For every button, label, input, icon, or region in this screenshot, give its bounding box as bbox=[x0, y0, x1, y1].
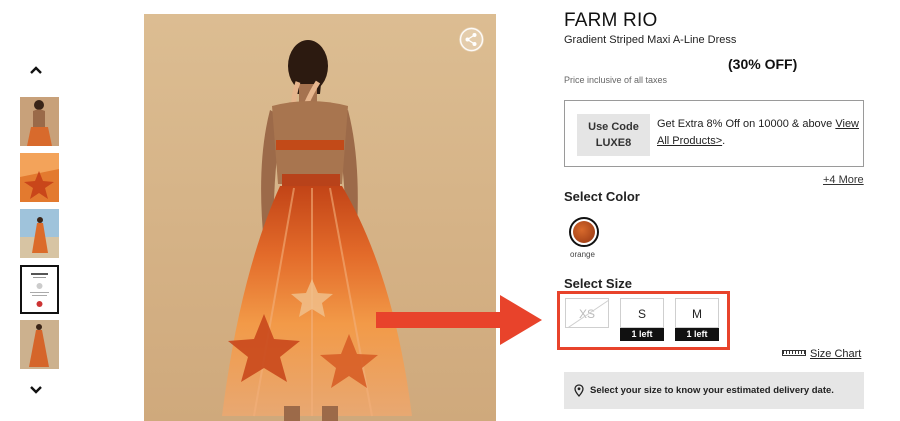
size-option-label: M bbox=[692, 307, 702, 321]
coupon-offer-text: Get Extra 8% Off on 10000 & above View A… bbox=[657, 116, 863, 150]
color-swatch-orange[interactable] bbox=[569, 217, 599, 247]
discount-label: (30% OFF) bbox=[728, 56, 798, 72]
dress-back-view-image bbox=[144, 14, 496, 421]
product-name: Gradient Striped Maxi A-Line Dress bbox=[564, 34, 737, 46]
delivery-info-bar: Select your size to know your estimated … bbox=[564, 372, 864, 409]
size-chart-label: Size Chart bbox=[810, 348, 862, 360]
color-option-label: orange bbox=[570, 250, 595, 259]
size-chart-link[interactable]: Size Chart bbox=[782, 348, 861, 360]
thumbnail-beach-front-view-image bbox=[20, 209, 59, 258]
thumbnail-certificate-card[interactable] bbox=[20, 265, 59, 314]
coupon-link-suffix: . bbox=[722, 135, 726, 147]
brand-name: FARM RIO bbox=[564, 10, 658, 31]
thumbnail-scroll-up-button[interactable] bbox=[26, 60, 46, 80]
delivery-message: Select your size to know your estimated … bbox=[590, 385, 834, 396]
stock-badge-m: 1 left bbox=[675, 328, 719, 341]
more-offers-link[interactable]: +4 More bbox=[823, 174, 864, 186]
chevron-down-icon bbox=[30, 386, 42, 394]
coupon-offer-box: Use Code LUXE8 Get Extra 8% Off on 10000… bbox=[564, 100, 864, 167]
thumbnail-full-front-view[interactable] bbox=[20, 320, 59, 369]
tax-note: Price inclusive of all taxes bbox=[564, 75, 668, 85]
size-option-m[interactable]: M bbox=[675, 298, 719, 328]
size-unavailable-strike bbox=[566, 299, 608, 327]
annotation-arrow bbox=[376, 292, 556, 352]
size-option-xs[interactable]: XS bbox=[565, 298, 609, 328]
stock-badge-s: 1 left bbox=[620, 328, 664, 341]
share-button[interactable] bbox=[459, 27, 484, 52]
size-option-label: S bbox=[637, 307, 646, 321]
select-size-title: Select Size bbox=[564, 276, 632, 291]
ruler-icon bbox=[782, 350, 806, 357]
thumbnail-scroll-down-button[interactable] bbox=[26, 380, 46, 400]
color-swatch-fill bbox=[573, 221, 595, 243]
thumbnail-certificate-card-image bbox=[22, 267, 57, 312]
select-color-title: Select Color bbox=[564, 189, 640, 204]
share-icon bbox=[459, 27, 484, 52]
coupon-code-button[interactable]: Use Code LUXE8 bbox=[577, 114, 650, 156]
chevron-up-icon bbox=[30, 66, 42, 74]
thumbnail-full-front-view-image bbox=[20, 320, 59, 369]
coupon-code-label: Use Code bbox=[588, 121, 639, 133]
coupon-description: Get Extra 8% Off on 10000 & above bbox=[657, 118, 836, 130]
thumbnail-back-view[interactable] bbox=[20, 97, 59, 146]
size-option-s[interactable]: S bbox=[620, 298, 664, 328]
red-arrow-icon bbox=[376, 295, 542, 345]
thumbnail-print-detail-image bbox=[20, 153, 59, 202]
coupon-code-value: LUXE8 bbox=[595, 137, 632, 149]
main-product-image[interactable] bbox=[144, 14, 496, 421]
thumbnail-beach-front-view[interactable] bbox=[20, 209, 59, 258]
location-pin-icon bbox=[574, 384, 584, 397]
thumbnail-print-detail[interactable] bbox=[20, 153, 59, 202]
thumbnail-back-view-image bbox=[20, 97, 59, 146]
